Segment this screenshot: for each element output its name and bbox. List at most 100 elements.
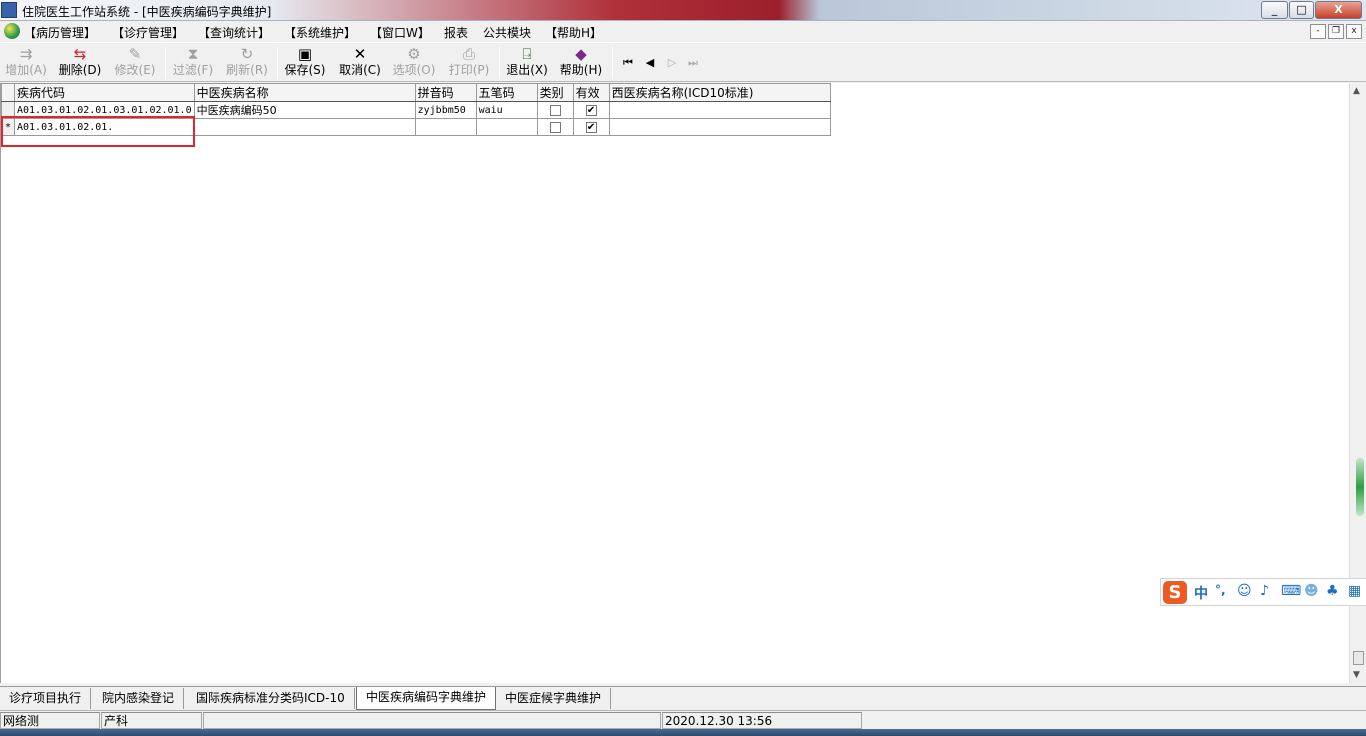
column-header-valid[interactable]: 有效 — [572, 83, 610, 102]
filter-label: 过滤(F) — [172, 63, 214, 77]
column-header-western-name[interactable]: 西医疾病名称(ICD10标准) — [608, 83, 831, 102]
valid-checkbox[interactable]: ✔ — [585, 105, 597, 116]
menu-diagnosis-management[interactable]: 【诊疗管理】 — [112, 24, 184, 41]
refresh-label: 刷新(R) — [226, 63, 268, 77]
grid-menu-icon[interactable]: ▦ — [1348, 583, 1361, 599]
modify-button[interactable]: ✎ 修改(E) — [110, 45, 160, 81]
window-title: 住院医生工作站系统 - [中医疾病编码字典维护] — [22, 5, 272, 19]
delete-label: 删除(D) — [58, 63, 102, 77]
last-record-icon[interactable]: ⏭ — [686, 56, 700, 70]
menu-help[interactable]: 【帮助H】 — [545, 24, 602, 41]
print-button[interactable]: ⎙ 打印(P) — [444, 45, 494, 81]
category-checkbox[interactable] — [549, 122, 561, 133]
category-checkbox[interactable] — [549, 105, 561, 116]
tab-infection-registration[interactable]: 院内感染登记 — [93, 688, 185, 709]
exit-door-icon: ⍈ — [522, 45, 532, 63]
delete-icon: ⇆ — [73, 45, 87, 63]
os-taskbar — [0, 729, 1366, 736]
cancel-label: 取消(C) — [339, 63, 381, 77]
column-header-code[interactable]: 疾病代码 — [14, 83, 195, 102]
cell-valid: ✔ — [572, 101, 610, 119]
scroll-down-icon[interactable]: ▼ — [1353, 670, 1360, 680]
modify-icon: ✎ — [128, 45, 142, 63]
cell-western-name[interactable] — [608, 118, 831, 136]
first-record-icon[interactable]: ⏮ — [621, 56, 635, 70]
tab-tcm-syndrome-dictionary[interactable]: 中医症候字典维护 — [496, 688, 612, 709]
status-bar: 网络测 产科 2020.12.30 13:56 — [0, 710, 1366, 729]
tab-tcm-disease-dictionary[interactable]: 中医疾病编码字典维护 — [356, 687, 497, 710]
scroll-up-icon[interactable]: ▲ — [1353, 86, 1360, 96]
column-header-category[interactable]: 类别 — [536, 83, 574, 102]
next-record-icon[interactable]: ▷ — [665, 56, 679, 69]
add-label: 增加(A) — [5, 63, 47, 77]
emoji-icon[interactable]: ☺ — [1237, 583, 1252, 599]
skin-shirt-icon[interactable]: ♣ — [1326, 583, 1339, 599]
cell-tcm-name[interactable] — [193, 118, 416, 136]
app-icon — [1, 2, 17, 18]
filter-button[interactable]: ⧗ 过滤(F) — [168, 45, 218, 81]
print-label: 打印(P) — [448, 63, 490, 77]
status-network: 网络测 — [0, 712, 100, 729]
menu-query-statistics[interactable]: 【查询统计】 — [198, 24, 270, 41]
cell-code[interactable]: A01.03.01.02.01. — [14, 118, 195, 136]
cancel-button[interactable]: ✕ 取消(C) — [335, 45, 385, 81]
mdi-restore-button[interactable]: ❐ — [1328, 24, 1344, 39]
sogou-logo-icon[interactable]: S — [1163, 581, 1187, 604]
ime-punctuation-toggle[interactable]: °, — [1215, 583, 1226, 597]
side-handle[interactable] — [1356, 458, 1364, 516]
keyboard-icon[interactable]: ⌨ — [1281, 583, 1301, 599]
maximize-button[interactable]: □ — [1289, 1, 1314, 19]
previous-record-icon[interactable]: ◀ — [643, 56, 657, 69]
row-selector-header — [1, 83, 15, 102]
cell-valid: ✔ — [572, 118, 610, 136]
mdi-minimize-button[interactable]: - — [1310, 24, 1326, 39]
refresh-button[interactable]: ↻ 刷新(R) — [222, 45, 272, 81]
menu-system-maintenance[interactable]: 【系统维护】 — [284, 24, 356, 41]
scroll-thumb[interactable] — [1353, 651, 1364, 665]
menu-window[interactable]: 【窗口W】 — [370, 24, 430, 41]
tab-icd10[interactable]: 国际疾病标准分类码ICD-10 — [187, 688, 355, 709]
exit-label: 退出(X) — [506, 63, 548, 77]
cell-western-name[interactable] — [608, 101, 831, 119]
cell-code[interactable]: A01.03.01.02.01.03.01.02.01.0 — [14, 101, 195, 119]
floppy-disk-icon: ▣ — [297, 45, 313, 63]
cell-pinyin[interactable]: zyjbbm50 — [414, 101, 477, 119]
menu-reports[interactable]: 报表 — [444, 24, 468, 41]
save-button[interactable]: ▣ 保存(S) — [280, 45, 330, 81]
help-book-icon: ◆ — [575, 45, 587, 63]
options-button[interactable]: ⚙ 选项(O) — [389, 45, 439, 81]
close-button[interactable]: X — [1315, 1, 1362, 19]
menu-record-management[interactable]: 【病历管理】 — [24, 24, 96, 41]
cell-wubi[interactable]: waiu — [475, 101, 538, 119]
cell-wubi[interactable] — [475, 118, 538, 136]
valid-checkbox[interactable]: ✔ — [585, 122, 597, 133]
add-button[interactable]: ⇉ 增加(A) — [1, 45, 51, 81]
column-header-wubi[interactable]: 五笔码 — [475, 83, 538, 102]
table-row[interactable]: A01.03.01.02.01.03.01.02.01.0 中医疾病编码50 z… — [1, 101, 831, 119]
ime-mode-toggle[interactable]: 中 — [1194, 583, 1208, 603]
tab-treatment-execution[interactable]: 诊疗项目执行 — [0, 688, 92, 709]
status-datetime: 2020.12.30 13:56 — [662, 712, 862, 729]
status-department: 产科 — [101, 712, 202, 729]
cell-category — [536, 101, 574, 119]
row-selector[interactable] — [1, 101, 15, 119]
user-icon[interactable]: ☻ — [1304, 583, 1319, 599]
row-selector[interactable]: * — [1, 118, 15, 136]
help-button[interactable]: ◆ 帮助(H) — [556, 45, 606, 81]
x-icon: ✕ — [353, 45, 367, 63]
cell-pinyin[interactable] — [414, 118, 477, 136]
delete-button[interactable]: ⇆ 删除(D) — [55, 45, 105, 81]
minimize-button[interactable]: _ — [1261, 1, 1288, 19]
exit-button[interactable]: ⍈ 退出(X) — [502, 45, 552, 81]
column-header-tcm-name[interactable]: 中医疾病名称 — [193, 83, 416, 102]
grid-header-row: 疾病代码 中医疾病名称 拼音码 五笔码 类别 有效 西医疾病名称(ICD10标准… — [1, 83, 831, 102]
mdi-close-button[interactable]: x — [1346, 24, 1362, 39]
column-header-pinyin[interactable]: 拼音码 — [414, 83, 477, 102]
menu-bar: 【病历管理】 【诊疗管理】 【查询统计】 【系统维护】 【窗口W】 报表 公共模… — [0, 21, 1366, 42]
microphone-icon[interactable]: ♪ — [1260, 583, 1269, 599]
cell-tcm-name[interactable]: 中医疾病编码50 — [193, 101, 416, 119]
options-label: 选项(O) — [392, 63, 436, 77]
menu-public-modules[interactable]: 公共模块 — [483, 24, 531, 41]
table-row[interactable]: * A01.03.01.02.01. ✔ — [1, 118, 831, 136]
toolbar-separator — [165, 47, 166, 79]
